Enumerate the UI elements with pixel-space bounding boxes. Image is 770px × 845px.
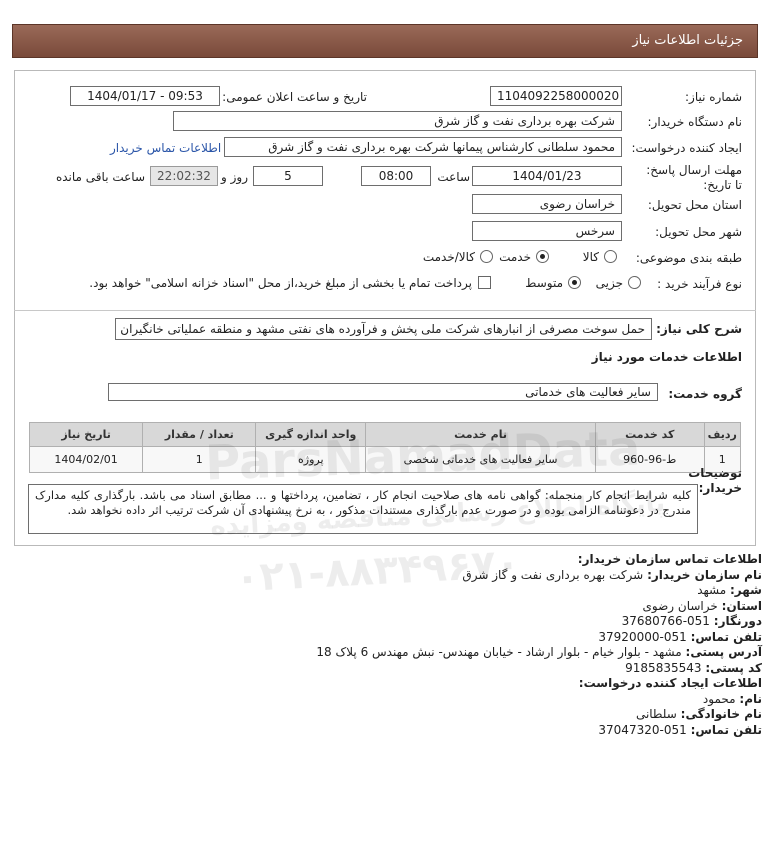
cell-unit: پروژه [255, 446, 367, 473]
need-number-label: شماره نیاز: [685, 90, 742, 104]
category-label: طبقه بندی موضوعی: [635, 251, 742, 265]
process-minor-label: جزیی [595, 276, 623, 290]
contact-title: اطلاعات تماس سازمان خریدار: [577, 552, 762, 566]
contact-postal: 9185835543 [625, 660, 702, 675]
buyer-contact-link[interactable]: اطلاعات تماس خریدار [110, 141, 221, 155]
contact-city: مشهد [697, 583, 727, 597]
services-section-title: اطلاعات خدمات مورد نیاز [591, 350, 742, 364]
col-row-header: ردیف [703, 422, 742, 447]
contact-province-label: استان: [721, 598, 762, 613]
province-field: خراسان رضوی [472, 194, 622, 214]
contact-postal-label: کد پستی: [705, 660, 762, 675]
creator-title: اطلاعات ایجاد کننده درخواست: [578, 676, 762, 690]
category-goods-service-radio[interactable] [480, 250, 493, 263]
page-title: جزئیات اطلاعات نیاز [632, 33, 743, 48]
contact-address-label: آدرس پستی: [685, 645, 762, 659]
creator-family: سلطانی [635, 707, 677, 721]
announce-date-field: 1404/01/17 - 09:53 [70, 86, 220, 106]
col-unit-header: واحد اندازه گیری [255, 422, 367, 447]
contact-org-label: نام سازمان خریدار: [647, 567, 762, 582]
buyer-org-field: شرکت بهره برداری نفت و گاز شرق [173, 111, 622, 131]
contact-org: شرکت بهره برداری نفت و گاز شرق [462, 567, 644, 582]
province-label: استان محل تحویل: [647, 198, 742, 212]
category-service-label: خدمت [499, 250, 531, 264]
section-divider [14, 310, 756, 311]
services-table: ردیف کد خدمت نام خدمت واحد اندازه گیری ت… [28, 422, 742, 473]
contact-fax-label: دورنگار: [713, 614, 762, 628]
page-title-bar: جزئیات اطلاعات نیاز [12, 24, 758, 58]
remaining-time-label: ساعت باقی مانده [55, 170, 145, 184]
category-goods-radio[interactable] [604, 250, 617, 263]
contact-address: مشهد - بلوار خیام - بلوار ارشاد - خیابان… [316, 645, 682, 659]
table-header-row: ردیف کد خدمت نام خدمت واحد اندازه گیری ت… [28, 422, 742, 447]
col-qty-header: تعداد / مقدار [142, 422, 257, 447]
service-group-label: گروه خدمت: [668, 387, 742, 401]
creator-phone-label: تلفن تماس: [690, 722, 762, 737]
announce-date-label: تاریخ و ساعت اعلان عمومی: [222, 90, 367, 104]
process-minor-radio[interactable] [628, 276, 641, 289]
creator-name: محمود [702, 691, 736, 706]
cell-name: سایر فعالیت های خدماتی شخصی [365, 446, 596, 473]
buyer-contact-info: اطلاعات تماس سازمان خریدار: نام سازمان خ… [22, 552, 762, 738]
remaining-time-field: 22:02:32 [150, 166, 218, 186]
category-service-radio[interactable] [536, 250, 549, 263]
col-name-header: نام خدمت [365, 422, 596, 447]
process-label: نوع فرآیند خرید : [657, 277, 742, 291]
treasury-payment-note: پرداخت تمام یا بخشی از مبلغ خرید،از محل … [89, 276, 472, 290]
description-field: حمل سوخت مصرفی از انبارهای شرکت ملی پخش … [115, 318, 652, 340]
creator-family-label: نام خانوادگی: [680, 707, 762, 721]
process-medium-label: متوسط [525, 276, 563, 290]
contact-province: خراسان رضوی [642, 598, 718, 613]
category-goods-label: کالا [582, 250, 599, 264]
contact-city-label: شهر: [730, 583, 762, 597]
process-medium-radio[interactable] [568, 276, 581, 289]
col-code-header: کد خدمت [594, 422, 705, 447]
deadline-time-field: 08:00 [361, 166, 431, 186]
treasury-payment-checkbox[interactable] [478, 276, 491, 289]
service-group-field: سایر فعالیت های خدماتی [108, 383, 658, 401]
col-date-header: تاریخ نیاز [28, 422, 144, 447]
requester-field: محمود سلطانی کارشناس پیمانها شرکت بهره ب… [224, 137, 622, 157]
table-row: 1 ط-96-960 سایر فعالیت های خدماتی شخصی پ… [28, 446, 742, 473]
deadline-time-label: ساعت [437, 170, 470, 184]
days-label: روز و [221, 170, 248, 184]
buyer-org-label: نام دستگاه خریدار: [647, 115, 743, 129]
category-goods-service-label: کالا/خدمت [422, 250, 475, 264]
description-label: شرح کلی نیاز: [656, 322, 742, 336]
need-number-field: 1104092258000020 [490, 86, 622, 106]
days-field: 5 [253, 166, 323, 186]
cell-date: 1404/02/01 [28, 446, 144, 473]
cell-qty: 1 [142, 446, 257, 473]
buyer-notes-field: کلیه شرایط انجام کار منجمله: گواهی نامه … [28, 484, 698, 534]
city-label: شهر محل تحویل: [655, 225, 742, 239]
contact-fax: 051-37680766 [621, 614, 710, 628]
deadline-label: مهلت ارسال پاسخ: تا تاریخ: [646, 163, 742, 192]
contact-phone: 051-37920000 [598, 629, 687, 644]
city-field: سرخس [472, 221, 622, 241]
creator-name-label: نام: [739, 691, 762, 706]
creator-phone: 051-37047320 [598, 722, 687, 737]
deadline-date-field: 1404/01/23 [472, 166, 622, 186]
requester-label: ایجاد کننده درخواست: [631, 141, 742, 155]
contact-phone-label: تلفن تماس: [690, 629, 762, 644]
